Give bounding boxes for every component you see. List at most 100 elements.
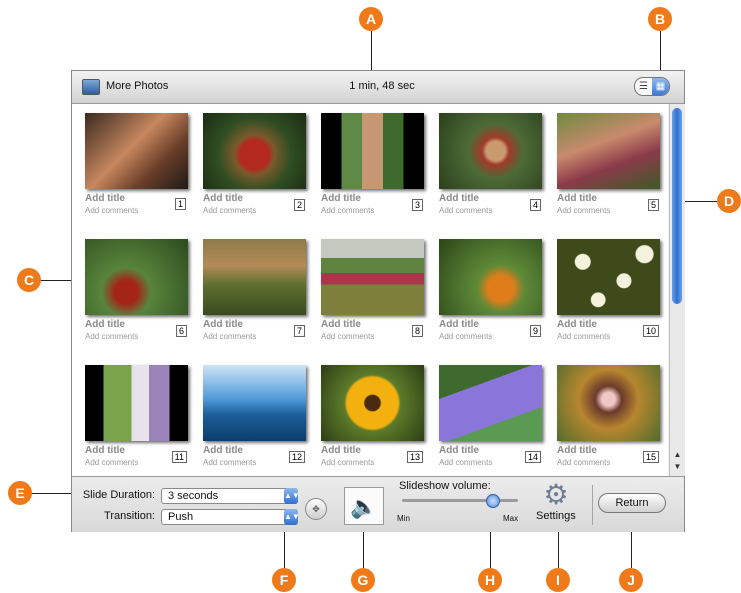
photo-title[interactable]: Add title [85, 193, 125, 204]
photo-comments[interactable]: Add comments [321, 332, 374, 341]
callout-a: A [359, 7, 383, 31]
settings-label[interactable]: Settings [536, 510, 576, 522]
photo-thumbnail[interactable] [85, 239, 188, 315]
photo-comments[interactable]: Add comments [321, 206, 374, 215]
photo-comments[interactable]: Add comments [439, 206, 492, 215]
photo-title[interactable]: Add title [439, 445, 479, 456]
photo-item[interactable]: 13 Add title Add comments [321, 365, 425, 467]
photo-comments[interactable]: Add comments [85, 458, 138, 467]
photo-item[interactable]: 9 Add title Add comments [439, 239, 543, 341]
photo-thumbnail[interactable] [203, 239, 306, 315]
callout-j: J [619, 568, 643, 592]
gear-icon[interactable]: ⚙ [542, 481, 570, 509]
speaker-icon[interactable]: 🔈 [344, 487, 384, 525]
photo-item[interactable]: 1 Add title Add comments [85, 113, 189, 215]
photo-title[interactable]: Add title [321, 319, 361, 330]
photo-number: 4 [529, 199, 541, 211]
list-view-icon[interactable]: ☰ [635, 78, 652, 95]
photo-item[interactable]: 12 Add title Add comments [203, 365, 307, 467]
photo-item[interactable]: 6 Add title Add comments [85, 239, 189, 341]
album-name: More Photos [106, 80, 169, 92]
vertical-scrollbar[interactable]: ▲ ▼ [669, 104, 685, 476]
scrollbar-thumb[interactable] [672, 108, 682, 304]
photo-thumbnail[interactable] [439, 113, 542, 189]
return-button[interactable]: Return [598, 493, 666, 513]
photo-title[interactable]: Add title [203, 445, 243, 456]
volume-label: Slideshow volume: [399, 480, 491, 492]
photo-number: 13 [406, 451, 423, 463]
photo-number: 15 [642, 451, 659, 463]
photo-comments[interactable]: Add comments [557, 458, 610, 467]
grid-view-icon[interactable]: ▦ [652, 78, 669, 95]
photo-thumbnail[interactable] [203, 365, 306, 441]
photo-item[interactable]: 4 Add title Add comments [439, 113, 543, 215]
transition-label: Transition: [104, 510, 155, 522]
photo-title[interactable]: Add title [203, 193, 243, 204]
photo-title[interactable]: Add title [321, 193, 361, 204]
view-toggle[interactable]: ☰ ▦ [634, 77, 670, 96]
photo-title[interactable]: Add title [439, 319, 479, 330]
transition-direction-icon[interactable]: ✥ [305, 498, 327, 520]
photo-item[interactable]: 3 Add title Add comments [321, 113, 425, 215]
scroll-up-arrow-icon[interactable]: ▲ [672, 450, 683, 459]
photo-thumbnail[interactable] [85, 113, 188, 189]
photo-item[interactable]: 15 Add title Add comments [557, 365, 661, 467]
photo-comments[interactable]: Add comments [439, 458, 492, 467]
photo-comments[interactable]: Add comments [203, 206, 256, 215]
photo-title[interactable]: Add title [85, 445, 125, 456]
slideshow-window: More Photos 1 min, 48 sec ☰ ▦ 1 Add titl… [71, 70, 685, 532]
photo-thumbnail[interactable] [557, 239, 660, 315]
transition-value: Push [168, 511, 194, 523]
photo-title[interactable]: Add title [557, 445, 597, 456]
photo-comments[interactable]: Add comments [203, 332, 256, 341]
photo-thumbnail[interactable] [439, 239, 542, 315]
callout-i: I [546, 568, 570, 592]
photo-item[interactable]: 7 Add title Add comments [203, 239, 307, 341]
volume-slider-knob[interactable] [486, 494, 501, 508]
title-bar: More Photos 1 min, 48 sec ☰ ▦ [72, 71, 684, 104]
photo-title[interactable]: Add title [203, 319, 243, 330]
photo-thumbnail[interactable] [439, 365, 542, 441]
photo-item[interactable]: 5 Add title Add comments [557, 113, 661, 215]
photo-item[interactable]: 11 Add title Add comments [85, 365, 189, 467]
photo-comments[interactable]: Add comments [203, 458, 256, 467]
divider [592, 485, 593, 525]
photo-number: 2 [293, 199, 305, 211]
transition-popup[interactable]: Push ▲▼ [161, 509, 300, 525]
photo-number: 5 [647, 199, 659, 211]
photo-item[interactable]: 8 Add title Add comments [321, 239, 425, 341]
photo-comments[interactable]: Add comments [85, 332, 138, 341]
photo-thumbnail[interactable] [203, 113, 306, 189]
photo-title[interactable]: Add title [557, 319, 597, 330]
photo-thumbnail[interactable] [557, 113, 660, 189]
photo-item[interactable]: 14 Add title Add comments [439, 365, 543, 467]
photo-title[interactable]: Add title [85, 319, 125, 330]
callout-d: D [717, 189, 741, 213]
callout-h: H [478, 568, 502, 592]
photo-thumbnail[interactable] [85, 365, 188, 441]
photo-comments[interactable]: Add comments [557, 206, 610, 215]
photo-item[interactable]: 10 Add title Add comments [557, 239, 661, 341]
volume-slider[interactable] [402, 494, 518, 508]
photo-comments[interactable]: Add comments [85, 206, 138, 215]
leader-line-b [660, 31, 661, 75]
photo-item[interactable]: 2 Add title Add comments [203, 113, 307, 215]
photo-number: 9 [529, 325, 541, 337]
photo-comments[interactable]: Add comments [557, 332, 610, 341]
photo-comments[interactable]: Add comments [439, 332, 492, 341]
scroll-down-arrow-icon[interactable]: ▼ [672, 462, 683, 471]
album-icon [82, 79, 100, 95]
photo-thumbnail[interactable] [321, 365, 424, 441]
leader-line-e [32, 493, 74, 494]
photo-thumbnail[interactable] [321, 113, 424, 189]
slide-duration-popup[interactable]: 3 seconds ▲▼ [161, 488, 300, 504]
photo-thumbnail[interactable] [557, 365, 660, 441]
photo-title[interactable]: Add title [439, 193, 479, 204]
slide-duration-value: 3 seconds [168, 490, 219, 502]
photo-thumbnail[interactable] [321, 239, 424, 315]
photo-number: 11 [171, 451, 187, 463]
photo-title[interactable]: Add title [557, 193, 597, 204]
photo-title[interactable]: Add title [321, 445, 361, 456]
photo-comments[interactable]: Add comments [321, 458, 374, 467]
leader-line-c [41, 280, 72, 281]
